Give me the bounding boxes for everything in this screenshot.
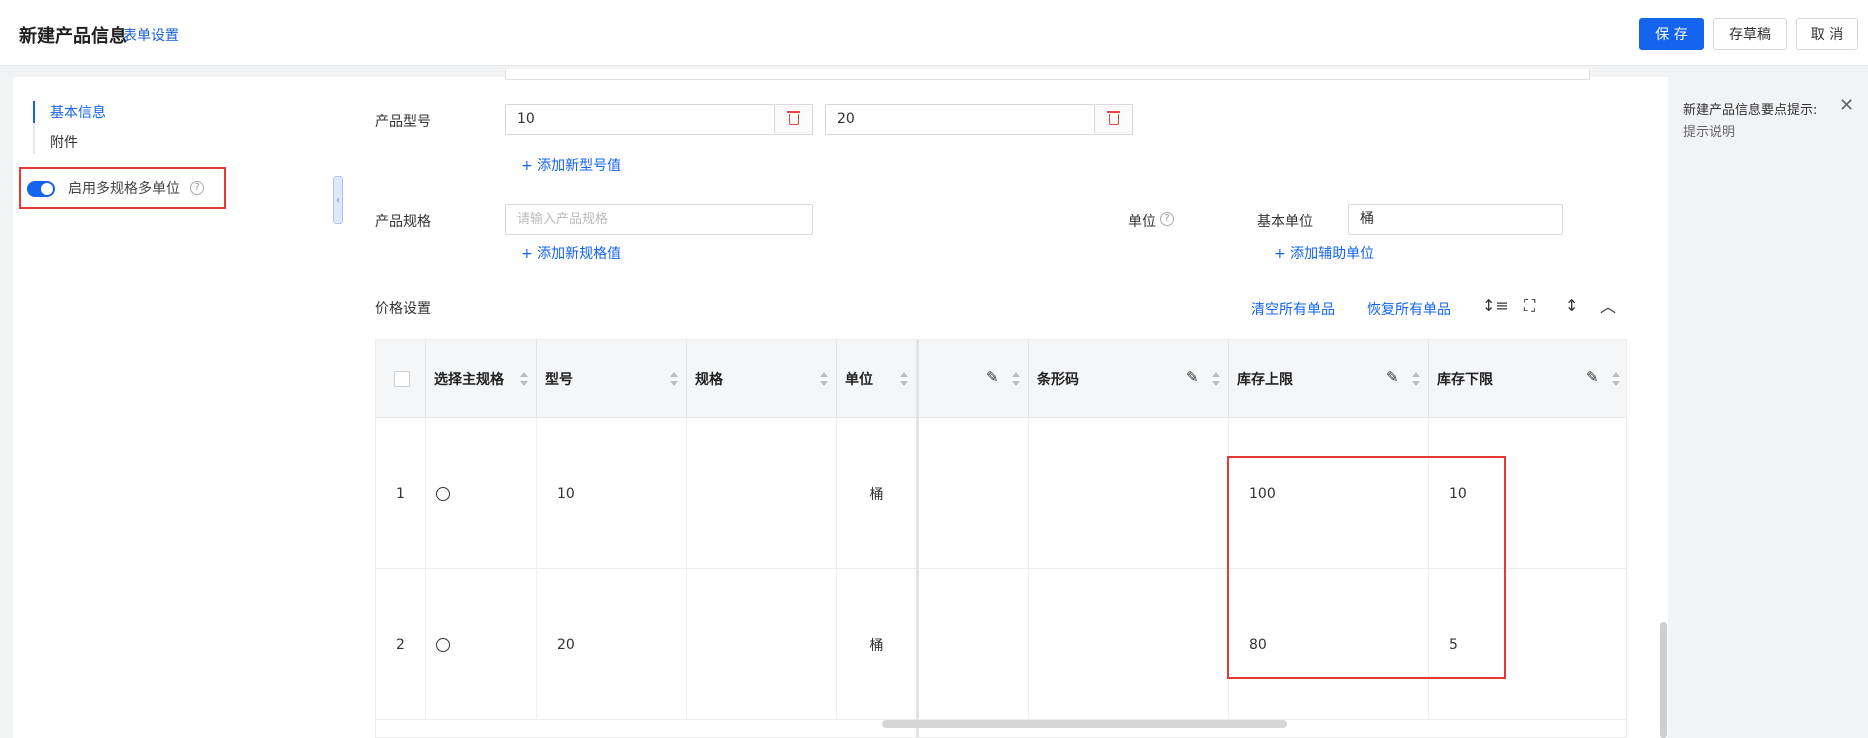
unit-cell[interactable]: 桶 [837, 418, 917, 569]
edit-icon[interactable]: ✎ [986, 368, 999, 386]
spec-cell[interactable] [687, 418, 837, 569]
col-scrolled-partial[interactable]: ✎ [919, 340, 1029, 418]
row-index: 2 [376, 569, 426, 720]
model-cell[interactable]: 20 [537, 569, 687, 720]
col-main-spec-label: 选择主规格 [434, 372, 504, 388]
previous-field-edge [505, 69, 1590, 80]
close-icon[interactable]: ✕ [1839, 95, 1854, 116]
expand-vertical-icon[interactable]: ↕ [1565, 296, 1578, 315]
model-input-2[interactable]: 20 [825, 104, 1095, 135]
frozen-column-divider [916, 340, 919, 737]
form-settings-link[interactable]: 表单设置 [123, 25, 179, 45]
col-model-label: 型号 [545, 372, 573, 388]
nav-item-attachments[interactable]: 附件 [50, 132, 78, 152]
edit-icon[interactable]: ✎ [1386, 368, 1399, 386]
tips-panel [1669, 77, 1868, 738]
vertical-scrollbar[interactable] [1660, 622, 1667, 738]
main-spec-cell [426, 418, 537, 569]
clear-all-items-link[interactable]: 清空所有单品 [1251, 299, 1335, 319]
chevron-up-icon[interactable]: ︿ [1600, 293, 1616, 317]
save-draft-button[interactable]: 存草稿 [1713, 18, 1787, 50]
col-stock-lower-label: 库存下限 [1437, 372, 1493, 388]
sort-icon[interactable] [900, 372, 908, 386]
col-model[interactable]: 型号 [537, 340, 687, 418]
edit-icon[interactable]: ✎ [1586, 368, 1599, 386]
col-stock-lower[interactable]: 库存下限 ✎ [1429, 340, 1626, 418]
col-main-spec[interactable]: 选择主规格 [426, 340, 537, 418]
table-header: 选择主规格 型号 规格 单位 ✎ 条形码 ✎ 库存上限 ✎ 库存下限 ✎ [376, 340, 1626, 418]
nav-item-basic-info[interactable]: 基本信息 [50, 102, 106, 122]
sort-icon[interactable] [670, 372, 678, 386]
tips-title: 新建产品信息要点提示: [1683, 103, 1818, 118]
model-input-1[interactable]: 10 [505, 104, 775, 135]
delete-model-2-button[interactable] [1095, 104, 1133, 135]
trash-icon [1106, 111, 1120, 125]
col-barcode[interactable]: 条形码 ✎ [1029, 340, 1229, 418]
unit-cell[interactable]: 桶 [837, 569, 917, 720]
tips-description: 提示说明 [1683, 125, 1736, 140]
col-spec-label: 规格 [695, 372, 723, 388]
sort-icon[interactable] [1212, 372, 1220, 386]
sort-icon[interactable] [1612, 372, 1620, 386]
multi-spec-toggle-label: 启用多规格多单位 [68, 181, 180, 197]
horizontal-scrollbar[interactable] [882, 720, 1287, 728]
page-header: 新建产品信息 表单设置 保 存 存草稿 取 消 [0, 0, 1868, 66]
stock-highlight-box [1227, 456, 1506, 679]
add-model-link[interactable]: + 添加新型号值 [521, 155, 621, 175]
price-settings-title: 价格设置 [375, 301, 431, 317]
col-barcode-label: 条形码 [1037, 372, 1079, 388]
barcode-cell[interactable] [1029, 418, 1229, 569]
cancel-button[interactable]: 取 消 [1796, 18, 1858, 50]
row-height-icon[interactable]: ↕≡ [1482, 296, 1509, 315]
page-title: 新建产品信息 [19, 26, 127, 47]
left-sidebar: 基本信息 附件 启用多规格多单位 ? [13, 77, 343, 738]
select-all-checkbox[interactable] [394, 371, 410, 387]
edit-icon[interactable]: ✎ [1186, 368, 1199, 386]
sort-icon[interactable] [520, 372, 528, 386]
main-spec-radio[interactable] [436, 637, 450, 652]
collapse-sidebar-handle[interactable]: ‹ [333, 176, 343, 224]
delete-model-1-button[interactable] [775, 104, 813, 135]
model-cell[interactable]: 10 [537, 418, 687, 569]
restore-all-items-link[interactable]: 恢复所有单品 [1367, 299, 1451, 319]
unit-label: 单位 [1128, 214, 1156, 230]
row-index: 1 [376, 418, 426, 569]
multi-spec-toggle[interactable] [27, 181, 55, 197]
help-icon[interactable]: ? [1160, 212, 1174, 226]
barcode-cell[interactable] [1029, 569, 1229, 720]
col-unit[interactable]: 单位 [837, 340, 917, 418]
spec-input[interactable]: 请输入产品规格 [505, 204, 813, 235]
main-spec-cell [426, 569, 537, 720]
base-unit-label: 基本单位 [1257, 214, 1313, 230]
sort-icon[interactable] [1012, 372, 1020, 386]
product-spec-label: 产品规格 [375, 214, 431, 230]
partial-cell[interactable] [919, 569, 1029, 720]
col-unit-label: 单位 [845, 372, 873, 388]
partial-cell[interactable] [919, 418, 1029, 569]
nav-active-indicator [33, 101, 35, 123]
help-icon[interactable]: ? [190, 181, 204, 195]
select-all-column [376, 340, 426, 418]
save-button[interactable]: 保 存 [1639, 18, 1704, 50]
col-stock-upper-label: 库存上限 [1237, 372, 1293, 388]
trash-icon [786, 111, 800, 125]
main-spec-radio[interactable] [436, 486, 450, 501]
add-spec-link[interactable]: + 添加新规格值 [521, 243, 621, 263]
col-stock-upper[interactable]: 库存上限 ✎ [1229, 340, 1429, 418]
base-unit-input[interactable]: 桶 [1348, 204, 1563, 235]
add-aux-unit-link[interactable]: + 添加辅助单位 [1274, 243, 1374, 263]
col-spec[interactable]: 规格 [687, 340, 837, 418]
spec-cell[interactable] [687, 569, 837, 720]
product-model-label: 产品型号 [375, 114, 431, 130]
fullscreen-icon[interactable]: ⛶ [1524, 296, 1535, 316]
sort-icon[interactable] [1412, 372, 1420, 386]
sort-icon[interactable] [820, 372, 828, 386]
